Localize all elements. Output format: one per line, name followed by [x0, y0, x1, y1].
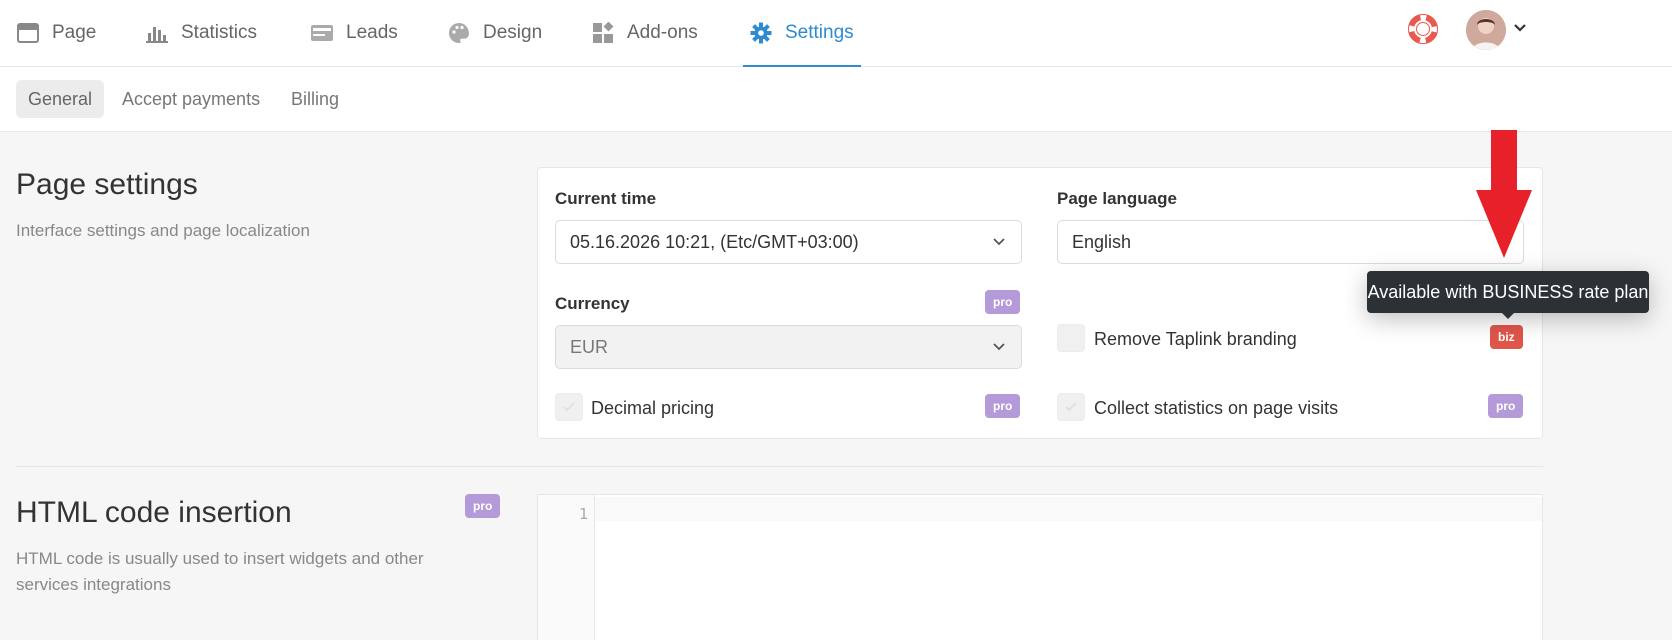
tab-general[interactable]: General — [16, 80, 105, 118]
addons-icon — [591, 21, 615, 45]
html-insertion-description: HTML code is usually used to insert widg… — [16, 549, 424, 594]
nav-item-page[interactable]: Page — [16, 0, 96, 66]
current-time-select[interactable]: 05.16.2026 10:21, (Etc/GMT+03:00) — [555, 220, 1022, 264]
section-divider — [16, 466, 1543, 467]
leads-icon — [310, 21, 334, 45]
editor-active-line[interactable] — [595, 497, 1542, 521]
nav-item-leads[interactable]: Leads — [310, 0, 398, 66]
nav-label: Statistics — [181, 22, 258, 43]
business-plan-tooltip: Available with BUSINESS rate plan — [1367, 271, 1649, 313]
chevron-down-icon — [991, 234, 1007, 250]
chevron-down-icon — [991, 339, 1007, 355]
page-language-label: Page language — [1057, 189, 1177, 208]
currency-label: Currency — [555, 294, 630, 313]
collect-statistics-label: Collect statistics on page visits — [1094, 398, 1339, 418]
decimal-pricing-label: Decimal pricing — [591, 398, 715, 418]
nav-item-addons[interactable]: Add-ons — [591, 0, 698, 66]
gear-icon — [749, 21, 773, 45]
chart-icon — [145, 21, 169, 45]
red-down-arrow-icon — [1476, 130, 1532, 258]
chevron-down-icon[interactable] — [1512, 20, 1528, 36]
tab-billing[interactable]: Billing — [279, 80, 351, 118]
nav-label: Add-ons — [627, 22, 698, 43]
current-time-label: Current time — [555, 189, 657, 208]
page-language-value: English — [1072, 231, 1132, 252]
nav-label: Design — [483, 22, 543, 43]
nav-item-design[interactable]: Design — [447, 0, 542, 66]
page-language-select[interactable]: English — [1057, 220, 1524, 264]
user-avatar[interactable] — [1466, 10, 1506, 50]
page-settings-description: Interface settings and page localization — [16, 221, 310, 240]
pro-badge: pro — [1488, 394, 1524, 418]
line-number: 1 — [578, 505, 588, 523]
palette-icon — [447, 21, 471, 45]
decimal-pricing-checkbox[interactable] — [555, 393, 583, 421]
checkmark-icon — [563, 402, 575, 412]
editor-gutter: 1 — [538, 495, 595, 640]
remove-branding-label: Remove Taplink branding — [1094, 329, 1297, 349]
pro-badge: pro — [985, 394, 1021, 418]
lifebuoy-help-icon[interactable] — [1408, 14, 1438, 44]
settings-subnav: General Accept payments Billing — [0, 67, 1672, 132]
page-icon — [16, 21, 40, 45]
nav-item-statistics[interactable]: Statistics — [145, 0, 257, 66]
top-navigation: Page Statistics Leads Design Add-ons Set… — [0, 0, 1672, 67]
tooltip-arrow — [1501, 312, 1515, 319]
tab-accept-payments[interactable]: Accept payments — [110, 80, 272, 118]
remove-branding-checkbox[interactable] — [1057, 324, 1085, 352]
pro-badge: pro — [985, 290, 1021, 314]
pro-badge: pro — [465, 494, 501, 518]
biz-badge[interactable]: biz — [1490, 325, 1523, 349]
html-code-editor[interactable]: 1 — [537, 494, 1543, 640]
currency-select[interactable]: EUR — [555, 325, 1022, 369]
html-insertion-title: HTML code insertion — [16, 496, 292, 529]
current-time-value: 05.16.2026 10:21, (Etc/GMT+03:00) — [570, 231, 859, 252]
nav-item-settings[interactable]: Settings — [743, 0, 861, 67]
checkmark-icon — [1065, 402, 1077, 412]
page-settings-title: Page settings — [16, 168, 198, 201]
nav-label: Settings — [785, 21, 854, 43]
nav-label: Leads — [346, 22, 398, 43]
nav-label: Page — [52, 22, 97, 43]
currency-value: EUR — [570, 336, 609, 357]
collect-statistics-checkbox[interactable] — [1057, 393, 1085, 421]
